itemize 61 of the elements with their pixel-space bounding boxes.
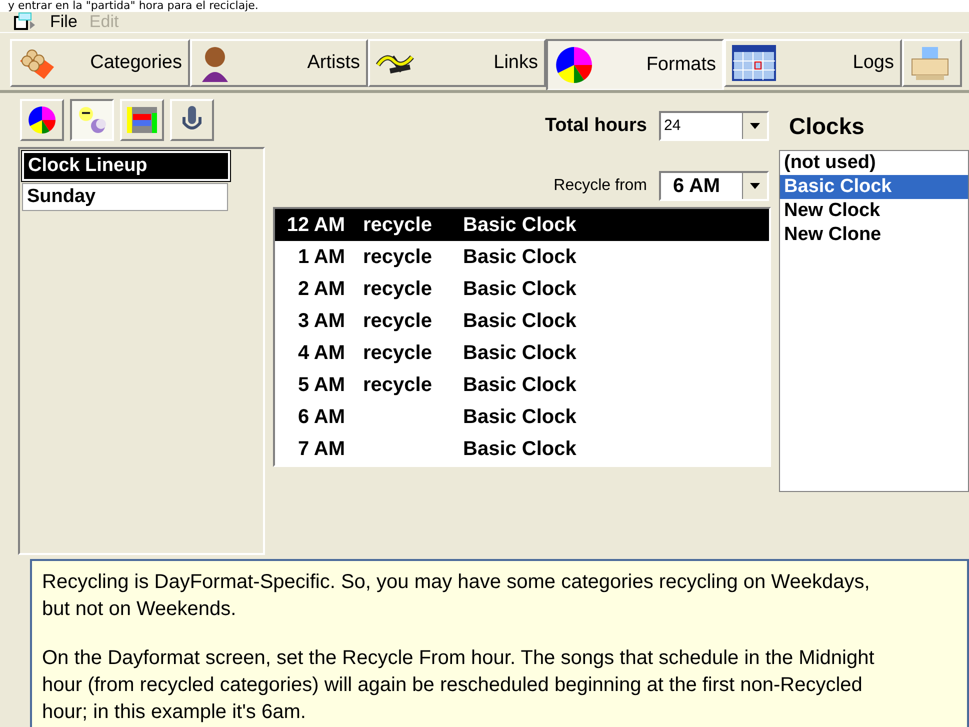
recycle-text: recycle bbox=[363, 374, 432, 396]
clocks-title: Clocks bbox=[788, 113, 866, 140]
clock-item[interactable]: New Clone bbox=[780, 223, 968, 247]
hour-text: 1 AM bbox=[296, 246, 346, 268]
hour-text: 2 AM bbox=[296, 278, 346, 300]
tool-button[interactable] bbox=[70, 99, 114, 141]
hour-row[interactable]: 4 AM recycle Basic Clock bbox=[275, 337, 769, 369]
clock-text: Basic Clock bbox=[463, 214, 576, 236]
clock-text: Basic Clock bbox=[463, 342, 576, 364]
clock-item[interactable]: Basic Clock bbox=[780, 175, 968, 199]
toolbar-tab[interactable]: Logs bbox=[724, 39, 902, 87]
hour-row[interactable]: 12 AM recycle Basic Clock bbox=[275, 209, 769, 241]
recycle-text: recycle bbox=[363, 246, 432, 268]
toolbar-tab[interactable]: Artists bbox=[190, 39, 368, 87]
hour-text: 5 AM bbox=[296, 374, 346, 396]
toolbar-tab[interactable]: Categories bbox=[10, 39, 190, 87]
toolbar-tab[interactable] bbox=[902, 39, 962, 87]
clock-text: Basic Clock bbox=[463, 278, 576, 300]
clock-text: Basic Clock bbox=[463, 246, 576, 268]
total-hours-dropdown[interactable]: 24 bbox=[659, 111, 769, 141]
recycle-text: recycle bbox=[363, 278, 432, 300]
clock-text: Basic Clock bbox=[463, 406, 576, 428]
caption-text: y entrar en la "partida" hora para el reciclaje. bbox=[7, 0, 260, 12]
clock-item[interactable]: New Clock bbox=[780, 199, 968, 223]
hour-row[interactable]: 5 AM recycle Basic Clock bbox=[275, 369, 769, 401]
sun-moon-icon bbox=[77, 105, 107, 135]
hour-row[interactable]: 6 AM Basic Clock bbox=[275, 401, 769, 433]
printer-icon bbox=[910, 45, 950, 81]
pie-chart-icon bbox=[554, 45, 594, 85]
tooltip-text: Recycling is DayFormat-Specific. So, you may have some categories recycling on Weekdays, but not on Weekends. bbox=[42, 570, 871, 622]
hour-row[interactable]: 2 AM recycle Basic Clock bbox=[275, 273, 769, 305]
recycle-from-dropdown[interactable]: 6 AM bbox=[659, 171, 769, 201]
color-bars-icon bbox=[127, 105, 157, 135]
toolbar-tab[interactable]: Formats bbox=[546, 39, 724, 91]
tooltip-text: On the Dayformat screen, set the Recycle From hour. The songs that schedule in the Midnight hour (from recycled categories) will again be rescheduled beginning at the first non-Recycled hour; in this example it's 6am. bbox=[42, 646, 876, 725]
caret-icon bbox=[750, 183, 760, 189]
clock-text: Basic Clock bbox=[463, 438, 576, 460]
menu-item[interactable]: File bbox=[50, 12, 78, 32]
app-icon bbox=[14, 12, 36, 32]
recycle-from-label: Recycle from bbox=[554, 177, 647, 195]
hour-text: 7 AM bbox=[296, 438, 346, 460]
recycle-text: recycle bbox=[363, 214, 432, 236]
hour-text: 6 AM bbox=[296, 406, 346, 428]
caret-icon bbox=[750, 123, 760, 129]
recycle-text: recycle bbox=[363, 310, 432, 332]
clock-item[interactable]: (not used) bbox=[780, 151, 968, 175]
recycle-text: recycle bbox=[363, 342, 432, 364]
hour-row[interactable]: 7 AM Basic Clock bbox=[275, 433, 769, 465]
clock-text: Basic Clock bbox=[463, 374, 576, 396]
hour-text: 12 AM bbox=[286, 214, 346, 236]
total-hours-label: Total hours bbox=[544, 115, 647, 137]
hour-row[interactable]: 1 AM recycle Basic Clock bbox=[275, 241, 769, 273]
clock-text: Basic Clock bbox=[463, 310, 576, 332]
lineup-item[interactable]: Clock Lineup bbox=[22, 151, 230, 181]
hour-row[interactable]: 3 AM recycle Basic Clock bbox=[275, 305, 769, 337]
hour-text: 3 AM bbox=[296, 310, 346, 332]
toolbar-tab[interactable]: Links bbox=[368, 39, 546, 87]
calendar-icon bbox=[732, 45, 776, 81]
pie-chart-icon bbox=[27, 105, 57, 135]
lineup-item[interactable]: Sunday bbox=[22, 183, 228, 211]
hour-text: 4 AM bbox=[296, 342, 346, 364]
